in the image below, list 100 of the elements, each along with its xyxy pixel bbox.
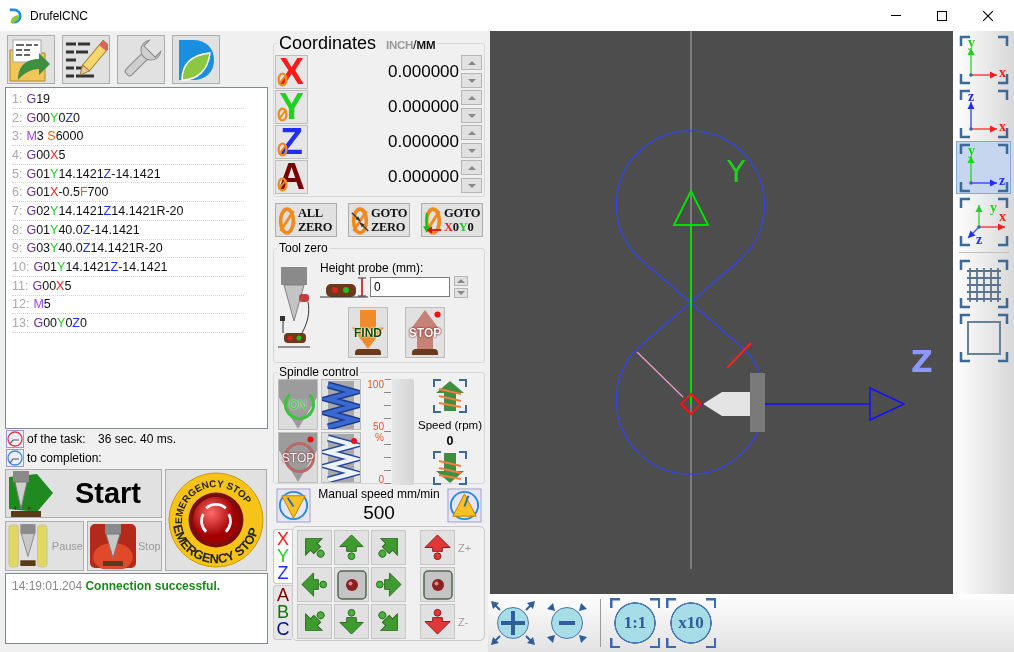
open-file-button[interactable]: [7, 35, 55, 84]
code-text: G01Y40.0Z-14.1421: [26, 222, 140, 237]
code-text: G01Y14.1421Z-14.1421: [33, 260, 168, 275]
jog-button[interactable]: [371, 604, 406, 639]
jog-button[interactable]: [297, 530, 332, 565]
y-axis-label: Y: [727, 154, 746, 189]
timer-icon: [6, 429, 24, 448]
jog-stop-button[interactable]: [334, 567, 369, 602]
zoom-in-button[interactable]: [489, 598, 537, 648]
arrow-icon: [374, 570, 403, 599]
cutter-tool-drawing: [703, 373, 765, 432]
down-triangle-icon: [457, 291, 465, 295]
line-number: 5:: [12, 166, 23, 181]
axis-tab[interactable]: A B C: [273, 585, 292, 640]
code-text: G00Y0Z0: [26, 110, 80, 125]
up-triangle-icon: [467, 60, 476, 65]
spring-button[interactable]: [321, 379, 361, 430]
down-triangle-icon: [467, 113, 476, 118]
axis-tab[interactable]: X Y Z: [273, 529, 292, 584]
unit-option[interactable]: MM: [416, 39, 436, 51]
axis-value: 0.000000: [387, 61, 460, 82]
timer-label: to completion:: [27, 450, 102, 465]
code-text: G19: [26, 91, 51, 106]
view-button[interactable]: y z: [956, 141, 1011, 194]
zero-arrows-icon: [350, 205, 370, 235]
step-down-button[interactable]: [461, 108, 482, 123]
edit-code-button[interactable]: [62, 35, 110, 84]
zero-button[interactable]: GOTO X0Y0: [421, 203, 483, 237]
speed-up-button[interactable]: [433, 379, 467, 413]
spindle-pause-icon: [7, 523, 51, 569]
speedometer-icon: [276, 487, 311, 523]
maximize-icon: [937, 10, 947, 21]
speed-label: Speed (rpm): [418, 419, 482, 431]
timer-value: 36 sec. 40 ms.: [98, 431, 177, 446]
stop-icon: [422, 569, 453, 600]
line-number: 1:: [12, 91, 23, 106]
down-triangle-icon: [467, 183, 476, 188]
jog-button[interactable]: [334, 530, 369, 565]
manual-speed-label: Manual speed mm/min: [318, 486, 440, 501]
jog-up-button[interactable]: [420, 530, 455, 565]
up-triangle-icon: [467, 130, 476, 135]
code-text: G00X5: [26, 147, 66, 162]
about-button[interactable]: [172, 35, 220, 84]
spring-down-arrow-icon: [433, 451, 467, 485]
axis-label: Z+: [458, 541, 472, 554]
view-button[interactable]: y x z: [956, 195, 1011, 248]
panel-title: Spindle control: [278, 365, 360, 379]
line-number: 9:: [12, 241, 23, 256]
alert-dot-icon: [307, 436, 314, 443]
zero-button[interactable]: GOTO ZERO: [348, 203, 410, 237]
jog-down-button[interactable]: [420, 604, 455, 639]
manual-speed-value: 500: [363, 501, 395, 524]
line-number: 4:: [12, 147, 23, 162]
window-title: DrufelCNC: [30, 8, 88, 23]
tool-probe-icon: [278, 267, 310, 349]
jog-button[interactable]: [297, 604, 332, 639]
step-down-button[interactable]: [461, 143, 482, 158]
actual-size-button[interactable]: 1:1: [610, 598, 660, 648]
code-text: M5: [33, 297, 51, 312]
field-label: Height probe (mm):: [320, 261, 425, 275]
minimize-icon: [891, 15, 901, 16]
step-up-button[interactable]: [461, 55, 482, 70]
feed-decrease-button[interactable]: [276, 487, 311, 523]
find-button[interactable]: FIND: [348, 307, 388, 358]
code-text: G01Y14.1421Z-14.1421: [26, 166, 161, 181]
step-up-button[interactable]: [461, 160, 482, 175]
jog-button[interactable]: [371, 567, 406, 602]
speedometer-icon: [447, 487, 482, 523]
step-up-button[interactable]: [461, 90, 482, 105]
jog-stop-button[interactable]: [420, 567, 455, 602]
step-down-button[interactable]: [461, 73, 482, 88]
step-down-button[interactable]: [454, 288, 468, 298]
height-probe-input[interactable]: 0: [370, 277, 450, 297]
view-button[interactable]: z x: [956, 87, 1011, 140]
speed-down-button[interactable]: [433, 451, 467, 485]
spring-icon: [322, 380, 360, 429]
position-marker: [679, 392, 703, 416]
code-text: G01X-0.5F700: [26, 185, 109, 200]
axis-value: 0.000000: [387, 131, 460, 152]
log-message: Connection successful.: [85, 579, 221, 593]
zero-button[interactable]: ALL ZERO: [275, 203, 337, 237]
down-triangle-icon: [467, 148, 476, 153]
timer-label: of the task:: [27, 431, 87, 446]
jog-button[interactable]: [371, 530, 406, 565]
zoom-x10-button[interactable]: x10: [666, 598, 716, 648]
spring-button[interactable]: [321, 432, 361, 483]
line-number: 7:: [12, 203, 23, 218]
timer-icon: [6, 448, 24, 467]
jog-button[interactable]: [297, 567, 332, 602]
step-up-button[interactable]: [454, 276, 468, 286]
jog-button[interactable]: [334, 604, 369, 639]
line-number: 6:: [12, 185, 23, 200]
arrow-icon: [337, 607, 366, 636]
start-button[interactable]: Start: [5, 469, 162, 518]
step-up-button[interactable]: [461, 125, 482, 140]
stop-icon: [336, 569, 367, 600]
feed-increase-button[interactable]: [447, 487, 482, 523]
step-down-button[interactable]: [461, 178, 482, 193]
panel-title: Coordinates: [279, 33, 377, 54]
settings-button[interactable]: [117, 35, 165, 84]
